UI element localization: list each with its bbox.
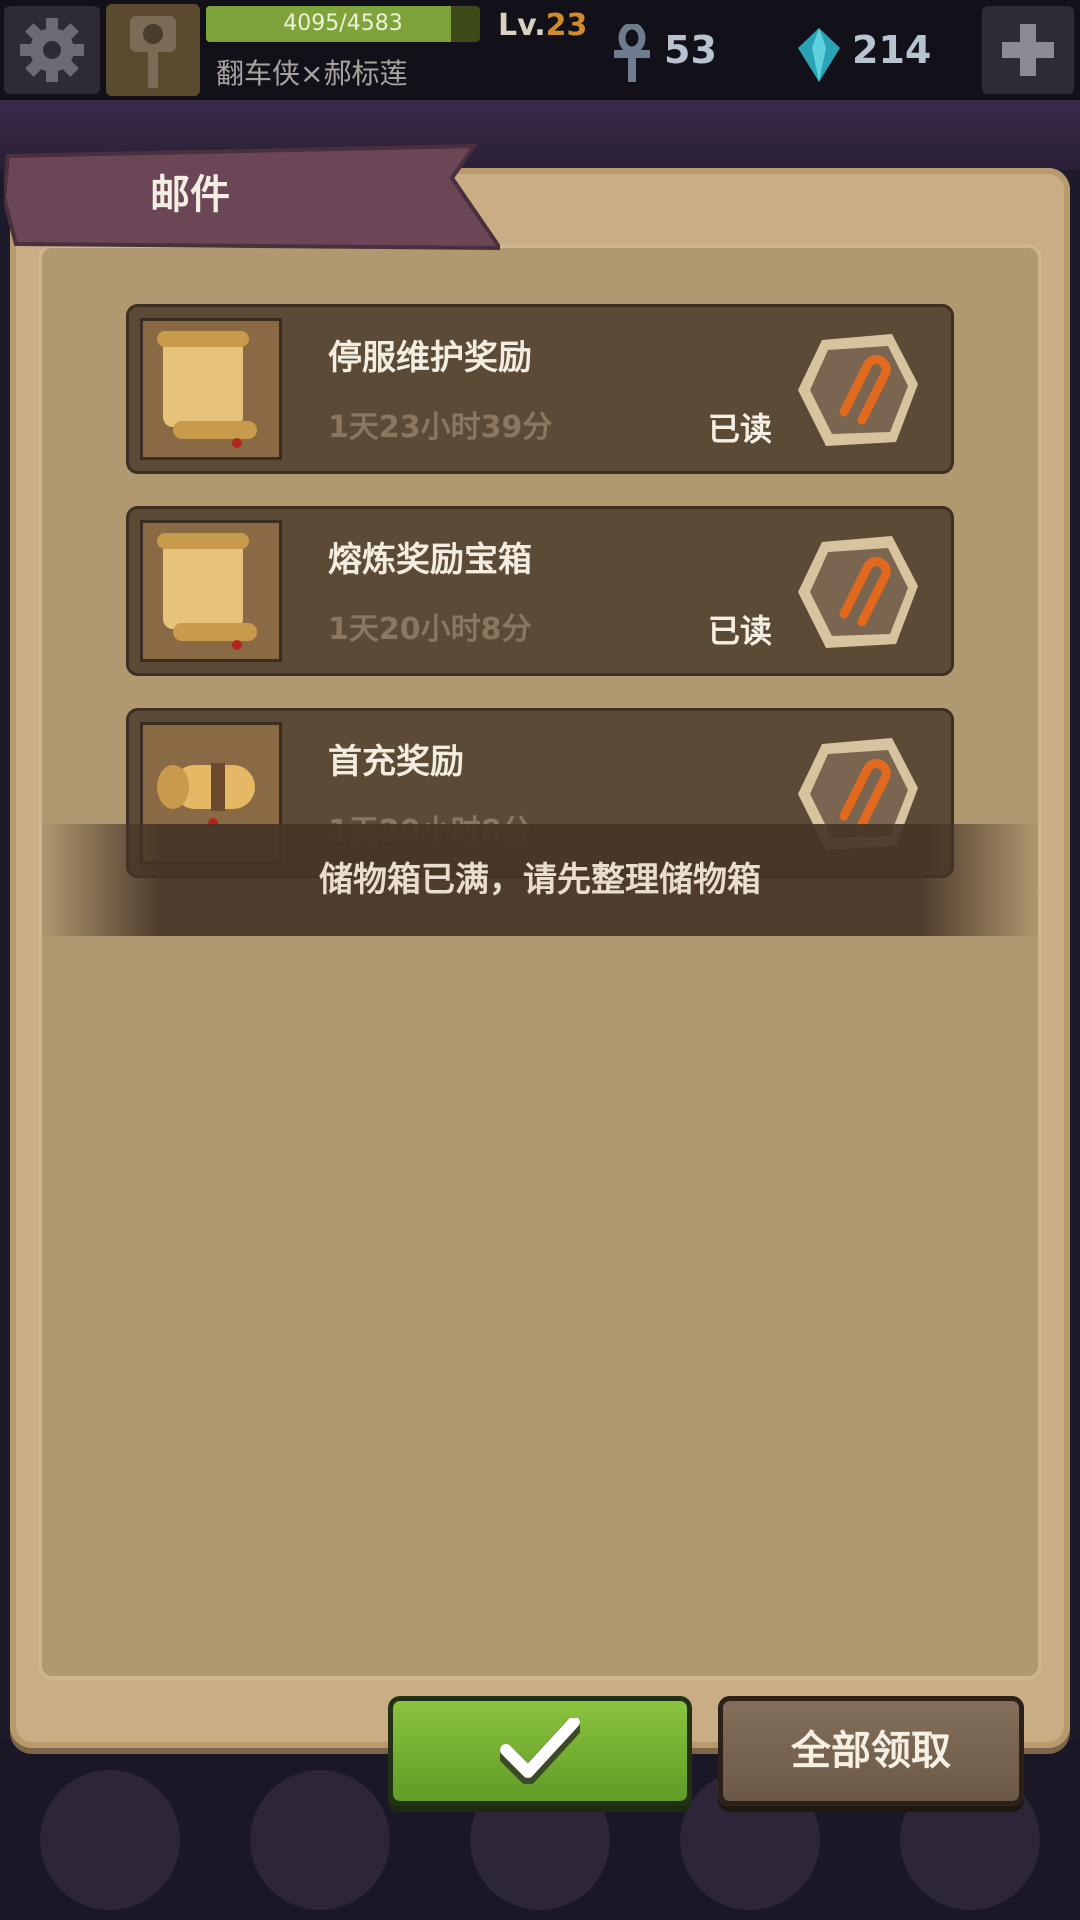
ankh-count: 53	[664, 28, 717, 72]
confirm-button[interactable]	[388, 1696, 692, 1806]
mail-title: 停服维护奖励	[328, 338, 532, 378]
attachment-icon[interactable]	[792, 324, 922, 454]
mail-expiry: 1天23小时39分	[328, 410, 553, 445]
mail-item[interactable]: 熔炼奖励宝箱 1天20小时8分 已读	[126, 506, 954, 676]
mail-item[interactable]: 停服维护奖励 1天23小时39分 已读	[126, 304, 954, 474]
panel-title: 邮件	[150, 172, 230, 218]
gem-count: 214	[852, 28, 932, 72]
add-gems-button[interactable]	[982, 6, 1074, 94]
gear-icon	[20, 18, 84, 82]
xp-text: 4095/4583	[283, 11, 403, 36]
campfire-icon[interactable]	[40, 1770, 180, 1910]
toast-message: 储物箱已满，请先整理储物箱	[319, 860, 761, 900]
swords-icon[interactable]	[250, 1770, 390, 1910]
mail-status: 已读	[708, 612, 773, 650]
mail-title: 首充奖励	[328, 742, 464, 782]
gem-icon	[798, 28, 840, 82]
mail-title: 熔炼奖励宝箱	[328, 540, 532, 580]
hammer-icon	[130, 16, 176, 88]
level-value: 23	[545, 8, 588, 43]
level-label: Lv.23	[498, 8, 587, 43]
ankh-icon	[614, 24, 650, 82]
level-prefix: Lv.	[498, 8, 546, 43]
scroll-open-icon	[140, 520, 282, 662]
claim-all-button[interactable]: 全部领取	[718, 1696, 1024, 1806]
plus-icon	[1002, 24, 1054, 76]
check-icon	[500, 1718, 580, 1784]
xp-bar: 4095/4583	[206, 6, 480, 42]
settings-button[interactable]	[4, 6, 100, 94]
mail-expiry: 1天20小时8分	[328, 612, 532, 647]
player-avatar[interactable]	[106, 4, 200, 96]
attachment-icon[interactable]	[792, 526, 922, 656]
claim-all-label: 全部领取	[791, 1728, 951, 1774]
scroll-open-icon	[140, 318, 282, 460]
mail-status: 已读	[708, 410, 773, 448]
player-name: 翻车侠×郝标莲	[216, 57, 408, 90]
toast-notification: 储物箱已满，请先整理储物箱	[40, 824, 1040, 936]
